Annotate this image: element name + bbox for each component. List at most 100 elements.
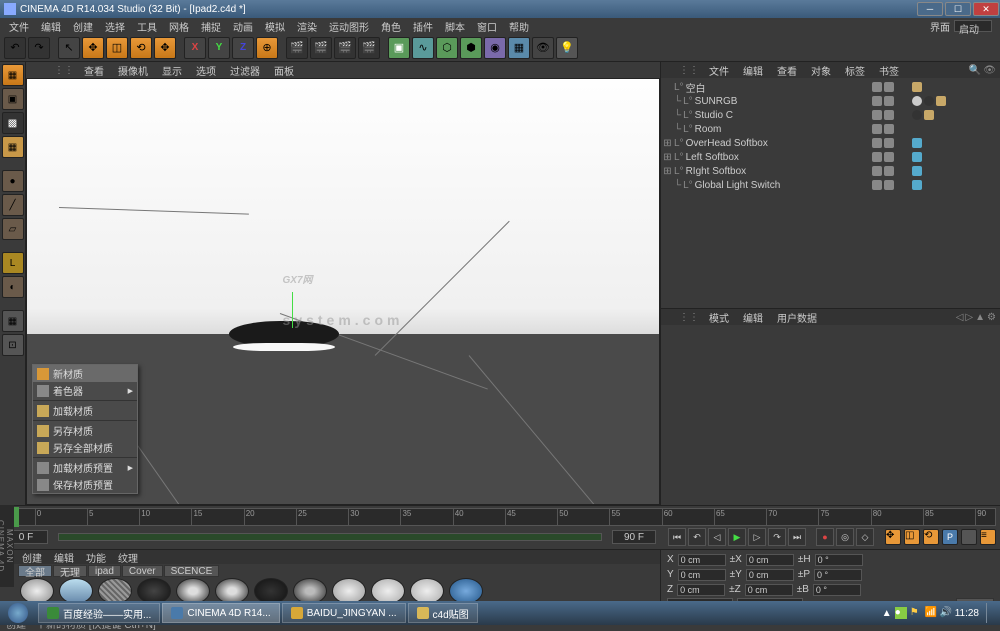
axis-y-lock[interactable]: Y (208, 37, 230, 59)
goto-start-button[interactable]: ⏮ (668, 528, 686, 546)
tree-row[interactable]: └L°Global Light Switch (663, 178, 868, 192)
axis-gizmo-y[interactable] (292, 292, 293, 328)
tag-column[interactable] (870, 78, 1000, 308)
move-tool[interactable]: ✥ (82, 37, 104, 59)
coord-y-input[interactable] (678, 569, 726, 581)
tree-row[interactable]: ⊞L°RIght Softbox (663, 164, 868, 178)
mat-texture[interactable]: 纹理 (114, 550, 142, 565)
mat-create[interactable]: 创建 (18, 550, 46, 565)
timeline-range[interactable] (58, 533, 602, 541)
menu-render[interactable]: 渲染 (292, 19, 322, 34)
key-pos-button[interactable]: ✥ (885, 529, 901, 545)
model-mode[interactable]: ▣ (2, 88, 24, 110)
spline-tool[interactable]: ∿ (412, 37, 434, 59)
play-button[interactable]: ▶ (728, 528, 746, 546)
om-bookmark[interactable]: 书签 (875, 63, 903, 78)
vp-options[interactable]: 选项 (192, 63, 220, 78)
material-filter-tab[interactable]: 全部 (18, 565, 52, 577)
tag-row[interactable] (872, 108, 998, 122)
om-file[interactable]: 文件 (705, 63, 733, 78)
scale-tool[interactable]: ◫ (106, 37, 128, 59)
context-menu-item[interactable]: 加载材质 (33, 402, 137, 419)
am-fwd-icon[interactable]: ▷ (965, 312, 973, 323)
context-menu-item[interactable]: 新材质 (33, 365, 137, 382)
menu-simulate[interactable]: 模拟 (260, 19, 290, 34)
render-settings[interactable]: 🎬 (358, 37, 380, 59)
om-tags[interactable]: 标签 (841, 63, 869, 78)
vp-panel[interactable]: 面板 (270, 63, 298, 78)
workplane-mode[interactable]: ▦ (2, 136, 24, 158)
viewport-object[interactable] (229, 321, 339, 347)
snap-settings[interactable]: ⊡ (2, 334, 24, 356)
tag-row[interactable] (872, 80, 998, 94)
am-userdata[interactable]: 用户数据 (773, 310, 821, 325)
om-grip-icon[interactable]: ⋮⋮ (679, 65, 699, 76)
menu-animate[interactable]: 动画 (228, 19, 258, 34)
context-menu-item[interactable]: 另存材质 (33, 422, 137, 439)
keyframe-sel-button[interactable]: ◇ (856, 528, 874, 546)
tag-row[interactable] (872, 122, 998, 136)
polygon-mode[interactable]: ▱ (2, 218, 24, 240)
key-scale-button[interactable]: ◫ (904, 529, 920, 545)
frame-end-input[interactable] (612, 530, 656, 544)
coord-p-input[interactable] (814, 569, 862, 581)
start-button[interactable] (0, 601, 36, 625)
material-filter-tab[interactable]: ipad (88, 565, 121, 577)
make-editable[interactable]: ▦ (2, 64, 24, 86)
object-tree[interactable]: L°空白└L°SUNRGB└L°Studio C└L°Room⊞L°OverHe… (661, 78, 870, 308)
am-up-icon[interactable]: ▲ (975, 312, 985, 323)
am-grip-icon[interactable]: ⋮⋮ (679, 312, 699, 323)
context-menu-item[interactable]: 着色器▶ (33, 382, 137, 399)
menu-help[interactable]: 帮助 (504, 19, 534, 34)
coord-ys-input[interactable] (746, 569, 794, 581)
coord-x-input[interactable] (678, 554, 726, 566)
am-edit[interactable]: 编辑 (739, 310, 767, 325)
mat-edit[interactable]: 编辑 (50, 550, 78, 565)
coord-b-input[interactable] (813, 584, 861, 596)
menu-plugins[interactable]: 插件 (408, 19, 438, 34)
vp-grip-icon[interactable]: ⋮⋮ (54, 65, 74, 76)
am-gear-icon[interactable]: ⚙ (987, 312, 996, 323)
minimize-button[interactable]: ─ (917, 2, 943, 16)
key-param-button[interactable]: P (942, 529, 958, 545)
render-picture[interactable]: 🎬 (334, 37, 356, 59)
deformer-tool[interactable]: ◉ (484, 37, 506, 59)
context-menu-item[interactable]: 加载材质预置▶ (33, 459, 137, 476)
menu-script[interactable]: 脚本 (440, 19, 470, 34)
generator-tool-2[interactable]: ⬢ (460, 37, 482, 59)
taskbar-item[interactable]: BAIDU_JINGYAN ... (282, 603, 406, 623)
coord-zs-input[interactable] (745, 584, 793, 596)
am-back-icon[interactable]: ◁ (956, 312, 964, 323)
taskbar-item[interactable]: 百度经验——实用... (38, 603, 160, 623)
material-filter-tab[interactable]: 无理 (53, 565, 87, 577)
tag-row[interactable] (872, 150, 998, 164)
coord-z-input[interactable] (677, 584, 725, 596)
key-rot-button[interactable]: ⟲ (923, 529, 939, 545)
om-object[interactable]: 对象 (807, 63, 835, 78)
menu-tools[interactable]: 工具 (132, 19, 162, 34)
menu-file[interactable]: 文件 (4, 19, 34, 34)
tree-row[interactable]: L°空白 (663, 80, 868, 94)
vp-view[interactable]: 查看 (80, 63, 108, 78)
menu-window[interactable]: 窗口 (472, 19, 502, 34)
tray-volume-icon[interactable]: 🔊 (940, 607, 952, 619)
coord-h-input[interactable] (815, 554, 863, 566)
tag-row[interactable] (872, 136, 998, 150)
autokey-button[interactable]: ◎ (836, 528, 854, 546)
axis-x-lock[interactable]: X (184, 37, 206, 59)
taskbar-item[interactable]: c4d贴图 (408, 603, 478, 623)
last-tool[interactable]: ✥ (154, 37, 176, 59)
vp-camera[interactable]: 摄像机 (114, 63, 152, 78)
camera-tool[interactable]: 👁 (532, 37, 554, 59)
context-menu-item[interactable]: 另存全部材质 (33, 439, 137, 456)
render-view[interactable]: 🎬 (286, 37, 308, 59)
key-opt-button[interactable]: ≡ (980, 529, 996, 545)
menu-edit[interactable]: 编辑 (36, 19, 66, 34)
point-mode[interactable]: ● (2, 170, 24, 192)
axis-mode[interactable]: L (2, 252, 24, 274)
menu-mograph[interactable]: 运动图形 (324, 19, 374, 34)
tag-row[interactable] (872, 178, 998, 192)
menu-mesh[interactable]: 网格 (164, 19, 194, 34)
om-view[interactable]: 查看 (773, 63, 801, 78)
redo-button[interactable]: ↷ (28, 37, 50, 59)
